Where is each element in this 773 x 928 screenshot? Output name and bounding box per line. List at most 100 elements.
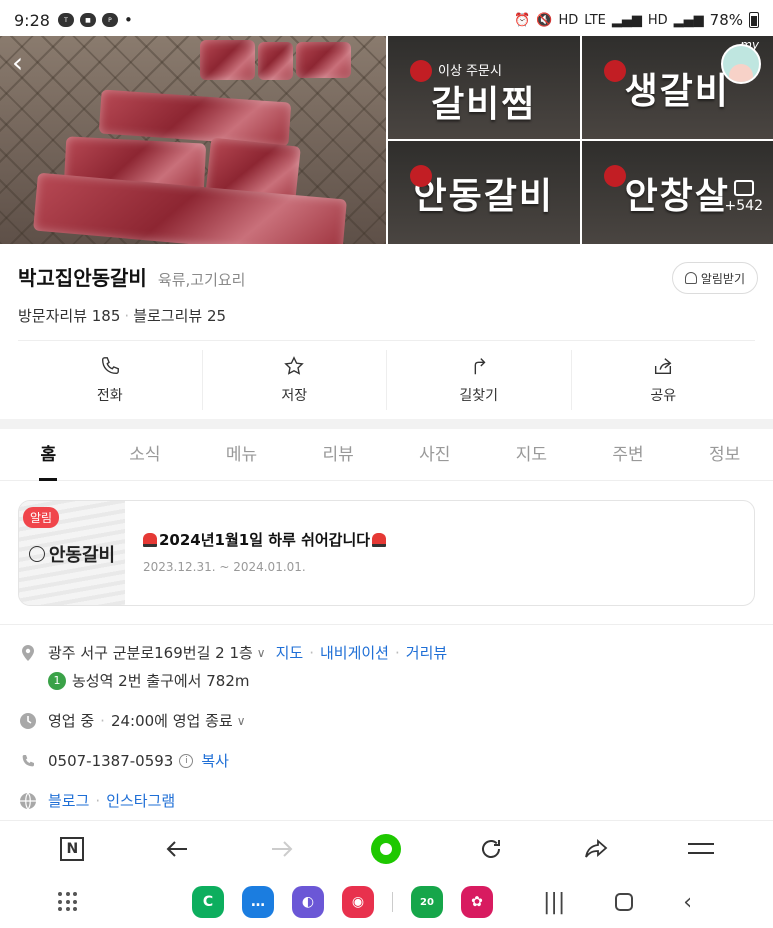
messages-app-icon[interactable]: … [242,886,274,918]
tab-info[interactable]: 정보 [676,429,773,481]
place-category: 육류,고기요리 [157,271,246,289]
tab-nearby[interactable]: 주변 [580,429,677,481]
photo-tile-subtext: 이상 주문시 [438,64,502,79]
star-icon [284,356,305,375]
photo-tile-galbijjim[interactable]: 이상 주문시 갈비찜 [388,36,580,139]
green-dot-icon [371,833,402,864]
app-drawer-icon[interactable] [58,892,78,912]
status-system-icons: ⏰ 🔇 HD LTE ▂▄▆ HD ▂▄▆ 78% [514,11,759,29]
system-buttons: ||| ‹ [543,890,692,915]
notice-badge: 알림 [23,507,60,528]
status-time: 9:28 [14,10,50,30]
meat-piece [296,42,351,78]
app-dock: C … ◐ ◉ 20 ✿ [192,886,493,918]
map-link[interactable]: 지도 [276,642,304,663]
notice-title-text: 2024년1월1일 하루 쉬어갑니다 [159,531,371,549]
tab-reviews[interactable]: 리뷰 [290,429,387,481]
phone-row: 0507-1387-0593 i 복사 [18,750,758,771]
share-arrow-icon [584,838,608,858]
siren-icon [372,532,387,547]
notice-card[interactable]: 알림 안동갈비 2024년1월1일 하루 쉬어갑니다 2023.12.31. ~… [18,500,755,606]
more-photos[interactable]: +542 [725,180,763,214]
forward-button[interactable] [262,829,302,869]
visitor-reviews-link[interactable]: 방문자리뷰 185 [18,307,120,325]
home-icon[interactable] [615,893,634,911]
logo-seal-icon [28,546,45,562]
phone-small-icon [18,753,38,769]
share-button[interactable]: 공유 [572,350,756,410]
action-row: 전화 저장 길찾기 공유 [18,350,755,410]
main-photo[interactable]: ‹ [0,36,386,244]
chevron-down-icon[interactable]: ∨ [257,646,266,660]
call-button[interactable]: 전화 [18,350,203,410]
info-icon[interactable]: i [179,753,194,768]
tab-home[interactable]: 홈 [0,429,97,481]
navigation-link[interactable]: 내비게이션 [320,642,389,663]
naver-home-button[interactable]: N [52,829,92,869]
battery-percent: 78% [709,11,743,29]
photo-tile-saenggalbi[interactable]: 생갈비 my [581,36,773,139]
photo-grid: 이상 주문시 갈비찜 생갈비 my 안동갈비 안창살 +542 [388,36,773,244]
restaurant-logo: 안동갈비 [28,541,115,567]
status-notifications: T ■ P • [57,11,133,29]
red-seal-icon [603,165,626,187]
hours-text[interactable]: 24:00에 영업 종료 [111,710,233,731]
meat-piece [200,40,255,80]
instagram-link[interactable]: 인스타그램 [106,790,175,811]
chevron-down-icon[interactable]: ∨ [237,714,246,728]
tab-photos[interactable]: 사진 [387,429,484,481]
refresh-button[interactable] [471,829,511,869]
image-icon [733,180,754,196]
phone-app-icon[interactable]: C [192,886,224,918]
save-button[interactable]: 저장 [203,350,387,410]
back-chevron-icon[interactable]: ‹ [12,49,38,77]
blog-app-icon[interactable]: 20 [411,886,443,918]
directions-button[interactable]: 길찾기 [387,350,572,410]
copy-button[interactable]: 복사 [201,750,229,771]
app-notification-icon: ■ [79,13,96,27]
photo-tile-text: 안창살 [624,174,730,217]
hours-row: 영업 중 · 24:00에 영업 종료 ∨ [18,710,758,731]
siren-icon [143,532,157,547]
notice-thumbnail: 알림 안동갈비 [19,501,125,605]
back-system-icon[interactable]: ‹ [683,890,692,915]
recents-icon[interactable]: ||| [543,890,565,915]
tab-map[interactable]: 지도 [483,429,580,481]
phone-number[interactable]: 0507-1387-0593 [48,752,173,770]
red-seal-icon [603,60,626,82]
save-label: 저장 [281,388,308,404]
address-row: 광주 서구 군분로169번길 2 1층 ∨ 지도 · 내비게이션 · 거리뷰 [18,642,758,663]
pay-notification-icon: P [101,13,118,27]
photo-tile-anchangsal[interactable]: 안창살 +542 [581,141,773,244]
internet-app-icon[interactable]: ◐ [292,886,324,918]
more-photos-count: +542 [724,198,763,214]
tab-news[interactable]: 소식 [97,429,194,481]
homepage-row: 블로그 · 인스타그램 [18,790,758,811]
red-seal-icon [410,60,432,82]
tab-menu[interactable]: 메뉴 [193,429,290,481]
bell-icon [684,272,697,284]
back-button[interactable] [157,829,197,869]
blog-reviews-link[interactable]: 블로그리뷰 25 [133,307,226,325]
address-text[interactable]: 광주 서구 군분로169번길 2 1층 [48,642,253,663]
flower-app-icon[interactable]: ✿ [461,886,493,918]
more-notifications-icon: • [123,11,133,29]
avatar[interactable] [721,44,761,84]
call-label: 전화 [96,388,123,404]
menu-button[interactable] [681,829,721,869]
camera-app-icon[interactable]: ◉ [342,886,374,918]
photo-gallery: ‹ 이상 주문시 갈비찜 생갈비 my 안동갈비 안창살 +542 [0,36,773,244]
meat-piece [98,89,292,147]
red-seal-icon [410,165,432,187]
alarm-button[interactable]: 알림받기 [671,262,758,294]
phone-icon [101,357,119,375]
share-page-button[interactable] [576,829,616,869]
blog-link[interactable]: 블로그 [48,790,89,811]
arrow-left-icon [166,840,188,857]
dock-divider [392,892,393,912]
street-view-link[interactable]: 거리뷰 [406,642,447,663]
photo-tile-andonggalbi[interactable]: 안동갈비 [388,141,580,244]
browser-toolbar: N [0,820,773,876]
subway-line-badge: 1 [48,671,66,690]
green-dot-button[interactable] [366,829,406,869]
